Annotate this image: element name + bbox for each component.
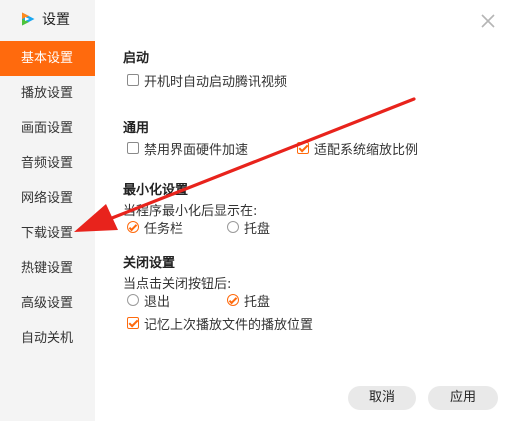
cancel-button[interactable]: 取消 bbox=[348, 386, 416, 410]
minimize-description: 当程序最小化后显示在: bbox=[123, 204, 258, 219]
minimize-tray-label: 托盘 bbox=[244, 221, 271, 237]
sidebar-item-playback[interactable]: 播放设置 bbox=[0, 76, 95, 111]
apply-button[interactable]: 应用 bbox=[428, 386, 498, 410]
close-exit-radio[interactable]: 退出 bbox=[127, 291, 171, 310]
remember-position-checkbox[interactable]: 记忆上次播放文件的播放位置 bbox=[127, 314, 314, 333]
sidebar: 设置 基本设置 播放设置 画面设置 音频设置 网络设置 下载设置 热键设置 高级… bbox=[0, 0, 95, 421]
section-title-startup: 启动 bbox=[123, 51, 150, 66]
auto-start-checkbox[interactable]: 开机时自动启动腾讯视频 bbox=[127, 71, 288, 90]
app-header: 设置 bbox=[20, 8, 70, 30]
system-scaling-checkbox[interactable]: 适配系统缩放比例 bbox=[297, 139, 419, 158]
checkbox-box-checked bbox=[297, 142, 309, 154]
settings-content: 启动 开机时自动启动腾讯视频 通用 禁用界面硬件加速 适配系统缩放比例 最小化设… bbox=[123, 0, 493, 421]
sidebar-item-network[interactable]: 网络设置 bbox=[0, 181, 95, 216]
checkbox-box bbox=[127, 142, 139, 154]
close-tray-label: 托盘 bbox=[244, 294, 271, 310]
minimize-taskbar-label: 任务栏 bbox=[144, 221, 184, 237]
checkbox-box bbox=[127, 74, 139, 86]
sidebar-item-audio[interactable]: 音频设置 bbox=[0, 146, 95, 181]
radio-selected bbox=[227, 294, 239, 306]
section-title-minimize: 最小化设置 bbox=[123, 183, 189, 198]
close-exit-label: 退出 bbox=[144, 294, 171, 310]
section-title-close: 关闭设置 bbox=[123, 256, 176, 271]
checkbox-box-checked bbox=[127, 317, 139, 329]
disable-hw-accel-label: 禁用界面硬件加速 bbox=[144, 142, 249, 158]
radio-unselected bbox=[127, 294, 139, 306]
tencent-video-logo-icon bbox=[22, 12, 35, 26]
section-title-general: 通用 bbox=[123, 121, 150, 136]
auto-start-label: 开机时自动启动腾讯视频 bbox=[144, 74, 288, 90]
app-title: 设置 bbox=[42, 12, 70, 28]
sidebar-item-download[interactable]: 下载设置 bbox=[0, 216, 95, 251]
close-tray-radio[interactable]: 托盘 bbox=[227, 291, 271, 310]
sidebar-item-basic[interactable]: 基本设置 bbox=[0, 41, 95, 76]
sidebar-item-picture[interactable]: 画面设置 bbox=[0, 111, 95, 146]
minimize-tray-radio[interactable]: 托盘 bbox=[227, 218, 271, 237]
radio-unselected bbox=[227, 221, 239, 233]
disable-hw-accel-checkbox[interactable]: 禁用界面硬件加速 bbox=[127, 139, 249, 158]
minimize-taskbar-radio[interactable]: 任务栏 bbox=[127, 218, 184, 237]
sidebar-item-auto-shutdown[interactable]: 自动关机 bbox=[0, 321, 95, 356]
close-description: 当点击关闭按钮后: bbox=[123, 277, 232, 292]
sidebar-nav: 基本设置 播放设置 画面设置 音频设置 网络设置 下载设置 热键设置 高级设置 … bbox=[0, 41, 95, 356]
sidebar-item-hotkey[interactable]: 热键设置 bbox=[0, 251, 95, 286]
sidebar-item-advanced[interactable]: 高级设置 bbox=[0, 286, 95, 321]
remember-position-label: 记忆上次播放文件的播放位置 bbox=[144, 317, 314, 333]
radio-selected bbox=[127, 221, 139, 233]
system-scaling-label: 适配系统缩放比例 bbox=[314, 142, 419, 158]
